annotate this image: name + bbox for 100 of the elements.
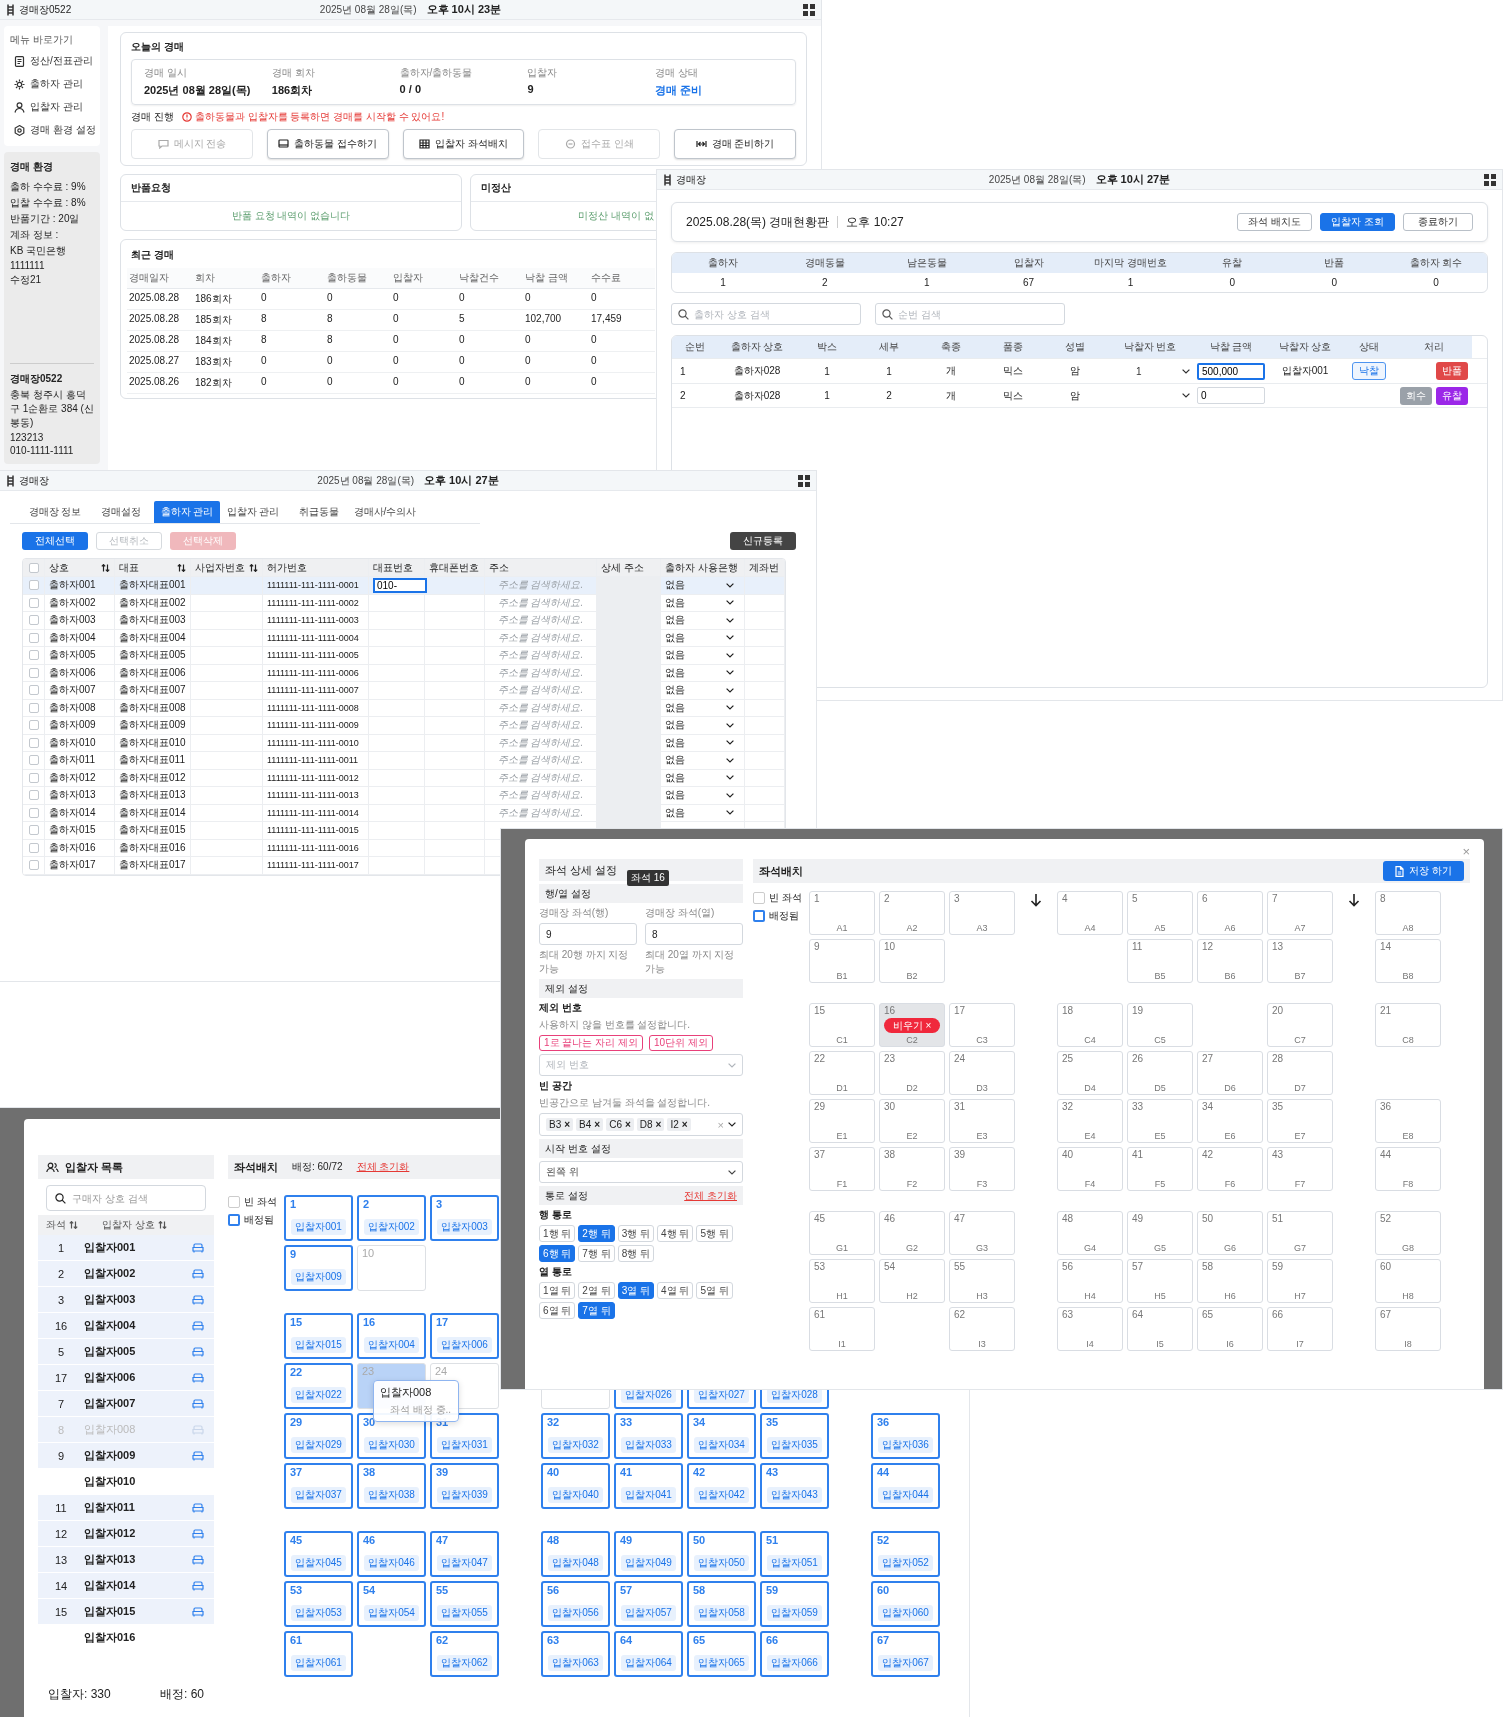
- bank-select[interactable]: 없음: [665, 683, 740, 698]
- search-field[interactable]: 출하자 상호 검색: [671, 303, 861, 325]
- tab[interactable]: 취급동물: [286, 501, 352, 523]
- address-placeholder[interactable]: 주소를 검색하세요.: [497, 753, 584, 768]
- table-row[interactable]: 출하자013 출하자대표013 1111111-111-1111-0013 주소를 검색하세요. 없음: [23, 787, 785, 805]
- phone-input[interactable]: 010-: [373, 577, 427, 593]
- seat[interactable]: 29 E1: [809, 1099, 875, 1143]
- column-header[interactable]: 대표: [115, 559, 191, 576]
- seat[interactable]: 66 I7: [1267, 1307, 1333, 1351]
- aisle-chip[interactable]: 5열 뒤: [696, 1282, 733, 1299]
- seat[interactable]: 20 C7: [1267, 1003, 1333, 1047]
- checkbox[interactable]: [28, 562, 39, 573]
- search-input[interactable]: 출하자 상호 검색: [694, 308, 854, 320]
- table-row[interactable]: 출하자007 출하자대표007 1111111-111-1111-0007 주소를 검색하세요. 없음: [23, 682, 785, 700]
- seat[interactable]: 1 입찰자001: [284, 1195, 353, 1241]
- seat[interactable]: 58 H6: [1197, 1259, 1263, 1303]
- seat[interactable]: 21 C8: [1375, 1003, 1441, 1047]
- search-input[interactable]: 구매자 상호 검색: [72, 1192, 197, 1204]
- bidder-row[interactable]: 1 입찰자001: [38, 1235, 214, 1261]
- seat[interactable]: 16 비우기 × C2: [879, 1003, 945, 1047]
- seat[interactable]: 22 D1: [809, 1051, 875, 1095]
- action-button[interactable]: 출하동물 접수하기: [266, 129, 389, 159]
- bank-select[interactable]: 없음: [665, 648, 740, 663]
- seat[interactable]: 34 E6: [1197, 1099, 1263, 1143]
- address-placeholder[interactable]: 주소를 검색하세요.: [497, 700, 584, 715]
- checkbox[interactable]: [28, 755, 39, 766]
- action-button[interactable]: 입찰자 좌석배치: [402, 129, 525, 159]
- seat[interactable]: 33 E5: [1127, 1099, 1193, 1143]
- address-placeholder[interactable]: 주소를 검색하세요.: [497, 683, 584, 698]
- blank-seat-field[interactable]: B3 × B4 × C6 × D8 × I2 × ×: [539, 1113, 743, 1136]
- seat[interactable]: 28 D7: [1267, 1051, 1333, 1095]
- address-placeholder[interactable]: 주소를 검색하세요.: [497, 613, 584, 628]
- seat[interactable]: 11 B5: [1127, 939, 1193, 983]
- bank-select[interactable]: 없음: [665, 718, 740, 733]
- seat[interactable]: 66 입찰자066: [760, 1631, 829, 1677]
- seat[interactable]: 59 H7: [1267, 1259, 1333, 1303]
- seat[interactable]: 54 입찰자054: [357, 1581, 426, 1627]
- seat[interactable]: 47 G3: [949, 1211, 1015, 1255]
- checkbox[interactable]: [28, 615, 39, 626]
- row-action-button[interactable]: 유찰: [1436, 386, 1468, 405]
- seat[interactable]: 33 입찰자033: [614, 1413, 683, 1459]
- address-placeholder[interactable]: 주소를 검색하세요.: [497, 788, 584, 803]
- checkbox[interactable]: [28, 667, 39, 678]
- seat[interactable]: 52 G8: [1375, 1211, 1441, 1255]
- seat[interactable]: 67 I8: [1375, 1307, 1441, 1351]
- table-row[interactable]: 출하자005 출하자대표005 1111111-111-1111-0005 주소를 검색하세요. 없음: [23, 647, 785, 665]
- seat[interactable]: 55 입찰자055: [430, 1581, 499, 1627]
- action-button[interactable]: 경매 준비하기: [674, 129, 796, 159]
- seat[interactable]: 29 입찰자029: [284, 1413, 353, 1459]
- reset-link[interactable]: 전체 초기화: [684, 1188, 737, 1203]
- header-button[interactable]: 입찰자 조회: [1320, 213, 1395, 231]
- table-row[interactable]: 출하자001 출하자대표001 1111111-111-1111-0001 010- 주소를 검색하세요. 없음: [23, 577, 785, 595]
- bank-select[interactable]: 없음: [665, 805, 740, 820]
- seat[interactable]: 34 입찰자034: [687, 1413, 756, 1459]
- checkbox[interactable]: [28, 807, 39, 818]
- seat[interactable]: 16 입찰자004: [357, 1313, 426, 1359]
- seat[interactable]: 40 입찰자040: [541, 1463, 610, 1509]
- seat[interactable]: 61 입찰자061: [284, 1631, 353, 1677]
- seat[interactable]: 49 입찰자049: [614, 1531, 683, 1577]
- seat[interactable]: 47 입찰자047: [430, 1531, 499, 1577]
- seat[interactable]: 9 입찰자009: [284, 1245, 353, 1291]
- menu-item[interactable]: 경매 환경 설정: [10, 121, 94, 139]
- seat[interactable]: 56 입찰자056: [541, 1581, 610, 1627]
- start-select[interactable]: 왼쪽 위: [539, 1161, 743, 1183]
- seat[interactable]: 42 입찰자042: [687, 1463, 756, 1509]
- bidder-row[interactable]: 3 입찰자003: [38, 1287, 214, 1313]
- seat[interactable]: 35 입찰자035: [760, 1413, 829, 1459]
- seat[interactable]: 39 입찰자039: [430, 1463, 499, 1509]
- clear-seat-button[interactable]: 비우기 ×: [884, 1018, 940, 1033]
- address-placeholder[interactable]: 주소를 검색하세요.: [497, 770, 584, 785]
- seat-tag[interactable]: C6 ×: [606, 1118, 634, 1131]
- seat[interactable]: 30 E2: [879, 1099, 945, 1143]
- aisle-chip[interactable]: 2열 뒤: [578, 1282, 615, 1299]
- bank-select[interactable]: 없음: [665, 770, 740, 785]
- seat[interactable]: 36 입찰자036: [871, 1413, 940, 1459]
- seat[interactable]: 57 H5: [1127, 1259, 1193, 1303]
- seat[interactable]: 52 입찰자052: [871, 1531, 940, 1577]
- bidder-row[interactable]: 16 입찰자004: [38, 1313, 214, 1339]
- tab[interactable]: 경매사/수의사: [352, 501, 418, 523]
- seat[interactable]: 64 입찰자064: [614, 1631, 683, 1677]
- aisle-chip[interactable]: 8행 뒤: [617, 1245, 655, 1262]
- seat[interactable]: 18 C4: [1057, 1003, 1123, 1047]
- aisle-chip[interactable]: 4열 뒤: [657, 1282, 694, 1299]
- bank-select[interactable]: 없음: [665, 753, 740, 768]
- amount-input[interactable]: 500,000: [1197, 362, 1265, 380]
- seat[interactable]: 41 입찰자041: [614, 1463, 683, 1509]
- seat[interactable]: 41 F5: [1127, 1147, 1193, 1191]
- checkbox[interactable]: [28, 597, 39, 608]
- tab[interactable]: 출하자 관리: [154, 501, 220, 523]
- aisle-chip[interactable]: 5행 뒤: [696, 1225, 733, 1242]
- address-placeholder[interactable]: 주소를 검색하세요.: [497, 665, 584, 680]
- seat[interactable]: 53 H1: [809, 1259, 875, 1303]
- search-field[interactable]: 순번 검색: [875, 303, 1065, 325]
- bidder-row[interactable]: 13 입찰자013: [38, 1547, 214, 1573]
- seat[interactable]: 46 G2: [879, 1211, 945, 1255]
- bidder-row[interactable]: 7 입찰자007: [38, 1391, 214, 1417]
- seat[interactable]: 15 C1: [809, 1003, 875, 1047]
- table-row[interactable]: 출하자011 출하자대표011 1111111-111-1111-0011 주소를 검색하세요. 없음: [23, 752, 785, 770]
- aisle-chip[interactable]: 3행 뒤: [617, 1225, 655, 1242]
- seat[interactable]: 4 A4: [1057, 891, 1123, 935]
